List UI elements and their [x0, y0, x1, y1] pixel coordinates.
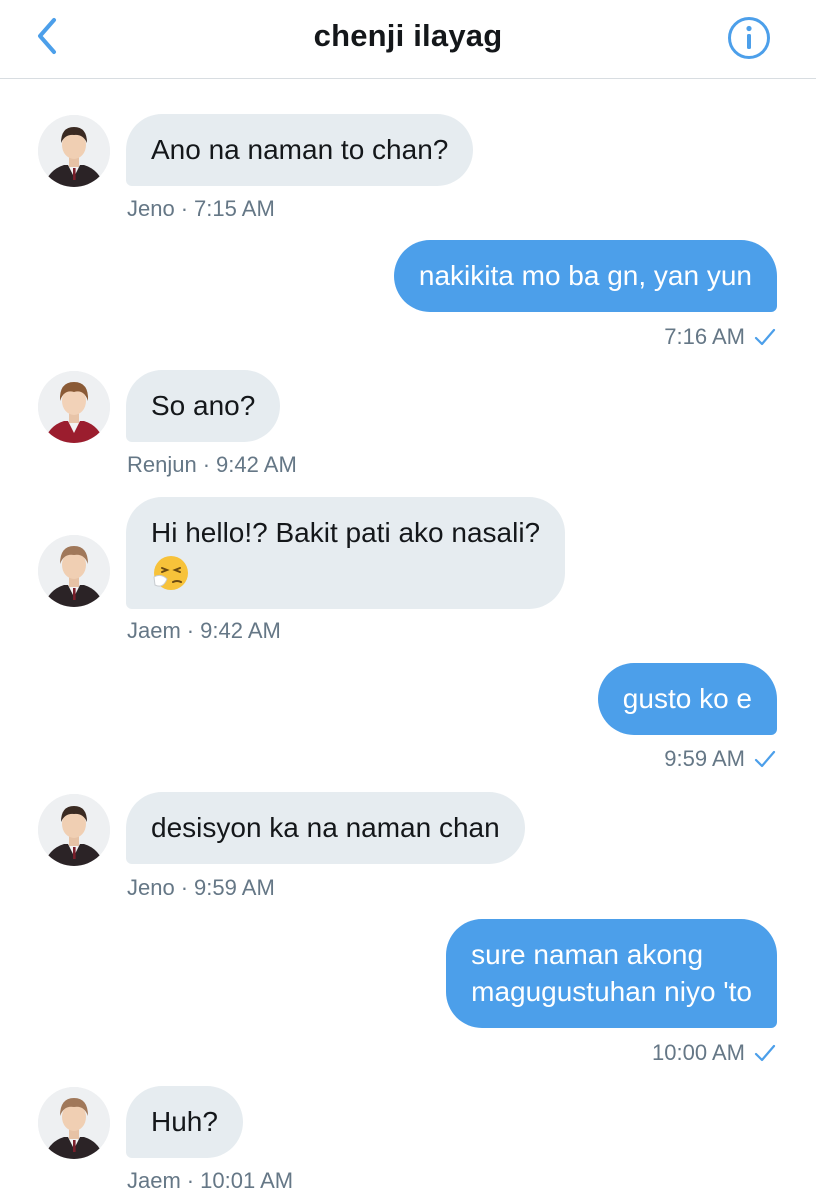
separator: · [180, 875, 189, 900]
avatar[interactable] [38, 115, 110, 187]
message-meta: Jeno · 9:59 AM [127, 875, 275, 901]
timestamp: 9:42 AM [216, 452, 297, 477]
separator: · [180, 196, 189, 221]
separator: · [202, 452, 211, 477]
avatar[interactable] [38, 1087, 110, 1159]
message-bubble[interactable]: sure naman akong magugustuhan niyo 'to [446, 919, 777, 1028]
timestamp: 7:16 AM [664, 324, 745, 349]
message-text: nakikita mo ba gn, yan yun [418, 260, 752, 291]
message-bubble[interactable]: Ano na naman to chan? [126, 114, 474, 186]
message-bubble[interactable]: desisyon ka na naman chan [126, 792, 525, 864]
timestamp: 10:01 AM [200, 1168, 294, 1193]
message-text: Huh? [151, 1106, 218, 1137]
message-bubble[interactable]: nakikita mo ba gn, yan yun [393, 240, 777, 312]
sender-name: Jeno [127, 875, 175, 900]
message-bubble[interactable]: Hi hello!? Bakit pati ako nasali? [126, 497, 566, 609]
message-text: Hi hello!? Bakit pati ako nasali? [151, 517, 541, 548]
message-text: desisyon ka na naman chan [151, 812, 500, 843]
conversation-title: chenji ilayag [313, 18, 503, 53]
sender-name: Jeno [127, 196, 175, 221]
sender-name: Jaem [127, 1168, 181, 1193]
timestamp: 9:42 AM [200, 618, 281, 643]
check-icon [754, 328, 776, 346]
timestamp: 9:59 AM [664, 746, 745, 771]
avatar[interactable] [38, 794, 110, 866]
message-meta: Renjun · 9:42 AM [127, 452, 297, 478]
check-icon [754, 750, 776, 768]
message-meta: Jaem · 10:01 AM [127, 1168, 293, 1194]
sender-name: Jaem [127, 618, 181, 643]
timestamp: 7:15 AM [194, 196, 275, 221]
info-icon [728, 17, 770, 59]
timestamp: 10:00 AM [652, 1040, 745, 1065]
avatar[interactable] [38, 371, 110, 443]
message-meta: 7:16 AM [664, 324, 776, 350]
message-text-line: magugustuhan niyo 'to [471, 976, 752, 1007]
check-icon [754, 1044, 776, 1062]
avatar[interactable] [38, 535, 110, 607]
message-text-line: sure naman akong [471, 939, 704, 970]
sender-name: Renjun [127, 452, 197, 477]
message-meta: Jaem · 9:42 AM [127, 618, 281, 644]
message-meta: 10:00 AM [652, 1040, 776, 1066]
message-meta: Jeno · 7:15 AM [127, 196, 275, 222]
message-text: So ano? [151, 390, 256, 421]
message-meta: 9:59 AM [664, 746, 776, 772]
separator: · [186, 618, 195, 643]
separator: · [186, 1168, 195, 1193]
message-bubble[interactable]: Huh? [126, 1086, 243, 1158]
message-text: Ano na naman to chan? [151, 134, 449, 165]
message-text: gusto ko e [622, 683, 752, 714]
sneezing-face-emoji [151, 551, 540, 591]
message-bubble[interactable]: gusto ko e [597, 663, 777, 735]
message-bubble[interactable]: So ano? [126, 370, 281, 442]
conversation-header: chenji ilayag [0, 0, 816, 79]
info-button[interactable] [726, 15, 772, 61]
timestamp: 9:59 AM [194, 875, 275, 900]
